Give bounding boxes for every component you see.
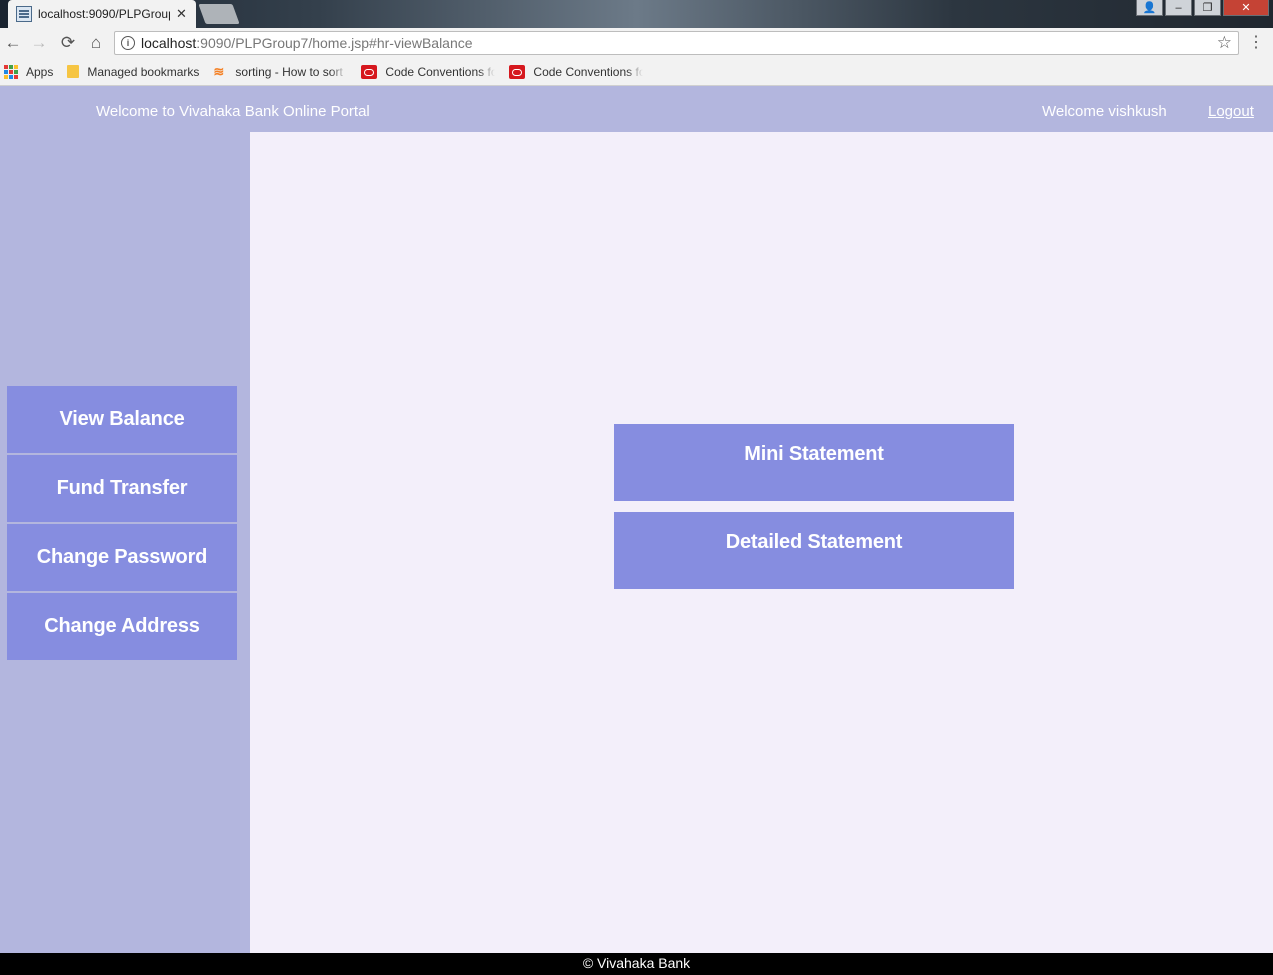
home-icon[interactable]: ⌂ bbox=[85, 32, 107, 54]
bookmark-label: sorting - How to sort bbox=[235, 64, 343, 79]
window-controls: 👤 – ❐ ✕ bbox=[1136, 0, 1269, 16]
close-window-button[interactable]: ✕ bbox=[1223, 0, 1269, 16]
oracle-icon bbox=[361, 64, 378, 79]
page-footer: © Vivahaka Bank bbox=[0, 953, 1273, 975]
profile-icon[interactable]: 👤 bbox=[1136, 0, 1163, 16]
page-favicon-icon bbox=[16, 6, 32, 22]
change-password-button[interactable]: Change Password bbox=[7, 524, 237, 591]
detailed-statement-button[interactable]: Detailed Statement bbox=[614, 512, 1014, 589]
url-path: :9090/PLPGroup7/home.jsp#hr-viewBalance bbox=[196, 35, 473, 51]
bookmark-code-conventions-1[interactable]: Code Conventions for bbox=[361, 64, 496, 79]
bookmarks-bar: Apps Managed bookmarks ≋ sorting - How t… bbox=[0, 58, 1273, 86]
oracle-icon bbox=[509, 64, 526, 79]
browser-toolbar: ← → ⟳ ⌂ i localhost:9090/PLPGroup7/home.… bbox=[0, 28, 1273, 58]
restore-button[interactable]: ❐ bbox=[1194, 0, 1221, 16]
address-bar[interactable]: i localhost:9090/PLPGroup7/home.jsp#hr-v… bbox=[114, 31, 1239, 55]
bookmark-star-icon[interactable]: ☆ bbox=[1217, 33, 1232, 53]
apps-icon bbox=[4, 64, 18, 79]
browser-menu-icon[interactable]: ⋮ bbox=[1248, 32, 1264, 52]
bookmark-label: Code Conventions for bbox=[533, 64, 644, 79]
url-host: localhost bbox=[141, 35, 197, 51]
sidebar: View Balance Fund Transfer Change Passwo… bbox=[0, 132, 250, 953]
browser-tab-strip: localhost:9090/PLPGroup7/home.jsp#hr-vie… bbox=[0, 0, 1273, 28]
bookmark-label: Managed bookmarks bbox=[87, 64, 200, 79]
page-header: Welcome to Vivahaka Bank Online Portal W… bbox=[0, 86, 1273, 132]
fund-transfer-button[interactable]: Fund Transfer bbox=[7, 455, 237, 522]
bookmark-code-conventions-2[interactable]: Code Conventions for bbox=[509, 64, 644, 79]
main-content: Mini Statement Detailed Statement bbox=[250, 132, 1273, 953]
stackoverflow-icon: ≋ bbox=[213, 63, 225, 79]
welcome-user-text: Welcome vishkush bbox=[1042, 103, 1167, 120]
bookmark-apps[interactable]: Apps bbox=[4, 64, 54, 79]
new-tab-button[interactable] bbox=[198, 4, 240, 24]
bookmark-label: Apps bbox=[26, 64, 54, 79]
bookmark-managed[interactable]: Managed bookmarks bbox=[67, 65, 199, 79]
mini-statement-button[interactable]: Mini Statement bbox=[614, 424, 1014, 501]
bookmark-label: Code Conventions for bbox=[385, 64, 496, 79]
forward-icon[interactable]: → bbox=[28, 32, 50, 54]
site-info-icon[interactable]: i bbox=[121, 36, 135, 50]
tab-title: localhost:9090/PLPGroup7/home.jsp#hr-vie… bbox=[38, 7, 170, 21]
reload-icon[interactable]: ⟳ bbox=[57, 32, 79, 54]
minimize-button[interactable]: – bbox=[1165, 0, 1192, 16]
back-icon[interactable]: ← bbox=[2, 32, 24, 54]
tab-close-icon[interactable]: ✕ bbox=[176, 6, 187, 22]
change-address-button[interactable]: Change Address bbox=[7, 593, 237, 660]
page-title: Welcome to Vivahaka Bank Online Portal bbox=[96, 103, 370, 120]
browser-tab[interactable]: localhost:9090/PLPGroup7/home.jsp#hr-vie… bbox=[8, 0, 196, 28]
logout-link[interactable]: Logout bbox=[1208, 103, 1254, 120]
folder-icon bbox=[67, 65, 80, 78]
bookmark-sorting[interactable]: ≋ sorting - How to sort bbox=[213, 63, 347, 79]
view-balance-button[interactable]: View Balance bbox=[7, 386, 237, 453]
